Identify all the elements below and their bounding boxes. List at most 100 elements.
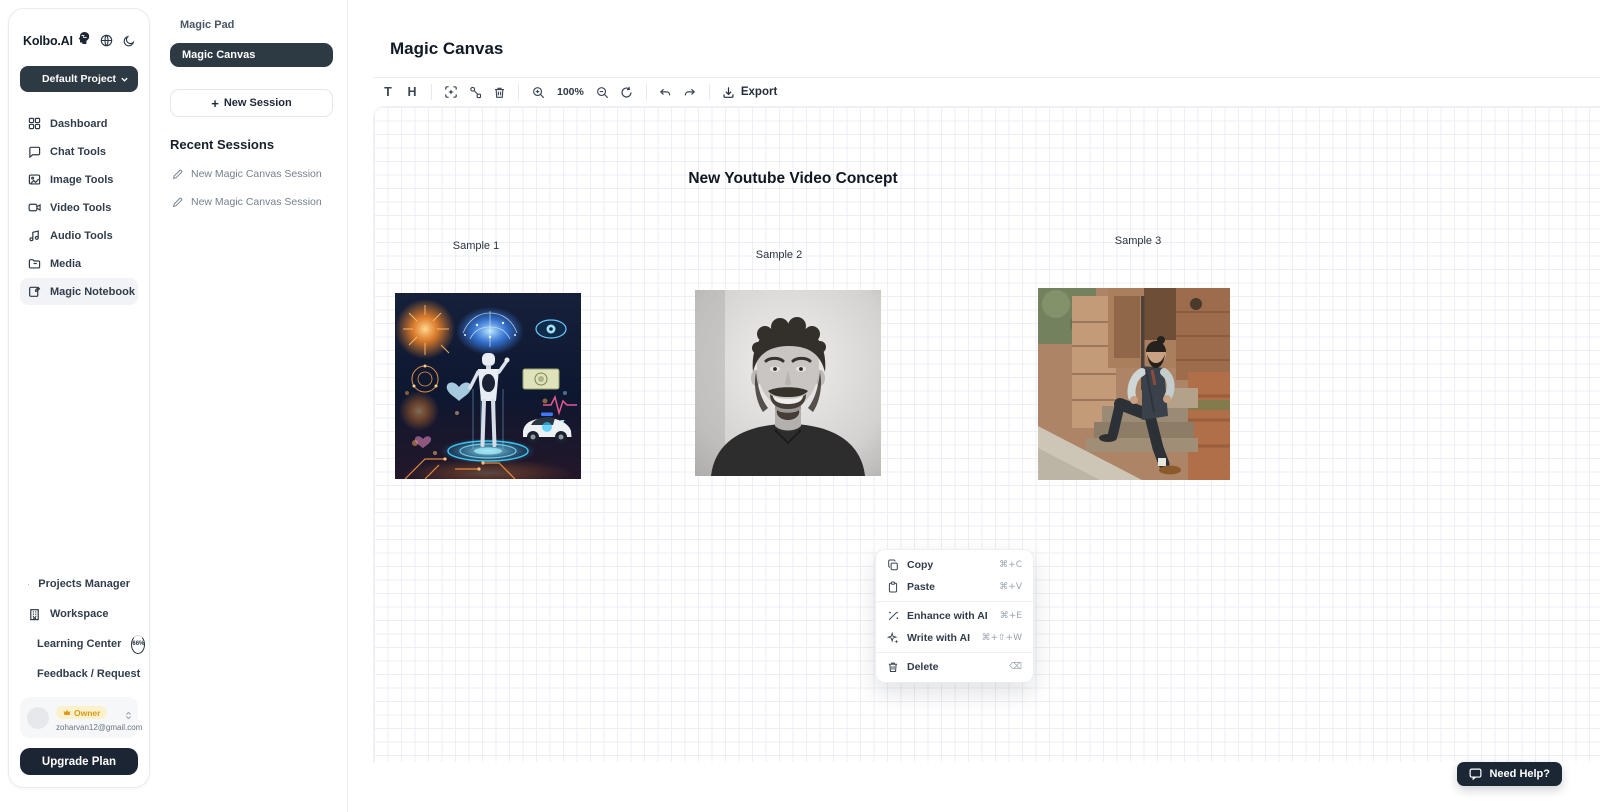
zoom-level[interactable]: 100% (557, 86, 584, 98)
new-session-label: New Session (224, 97, 292, 109)
menu-shortcut: ⌘+⇧+W (981, 633, 1022, 643)
brain-icon (77, 31, 91, 50)
toolbar-divider (518, 84, 519, 100)
sidebar-item-magic-notebook[interactable]: Magic Notebook (20, 278, 138, 305)
sidebar-item-feedback-request[interactable]: Feedback / Request (20, 659, 138, 689)
nav-label: Projects Manager (38, 578, 130, 590)
crown-icon (63, 709, 71, 716)
heading-tool-button[interactable]: H (400, 81, 424, 103)
logo-text: Kolbo.AI (23, 34, 73, 48)
dark-mode-moon-icon[interactable] (123, 35, 135, 47)
sidebar-item-workspace[interactable]: Workspace (20, 599, 138, 629)
zoom-in-button[interactable] (526, 81, 550, 103)
menu-divider (876, 652, 1033, 653)
undo-button[interactable] (654, 81, 678, 103)
undo-icon (659, 86, 672, 99)
download-icon (722, 86, 735, 99)
pen-icon (172, 197, 183, 208)
nav-label: Image Tools (50, 174, 113, 186)
media-folder-icon (28, 257, 41, 270)
trash-icon (493, 86, 506, 99)
menu-label: Enhance with AI (907, 610, 988, 622)
export-label: Export (741, 86, 777, 98)
sample-image-ai-robot[interactable]: ¥ (395, 293, 581, 479)
project-selector[interactable]: Default Project (20, 66, 138, 92)
canvas-heading-text[interactable]: New Youtube Video Concept (688, 170, 897, 188)
tab-magic-canvas[interactable]: Magic Canvas (170, 43, 333, 67)
sidebar-item-audio-tools[interactable]: Audio Tools (20, 222, 138, 249)
left-sidebar: Kolbo.AI Default Project Dashboard (8, 8, 150, 788)
user-account-card[interactable]: Owner zoharvan12@gmail.com (20, 697, 138, 738)
sample-1-label[interactable]: Sample 1 (453, 240, 499, 252)
chat-icon (28, 145, 41, 158)
sidebar-item-learning-center[interactable]: Learning Center 66% (20, 629, 138, 659)
toolbar-divider (646, 84, 647, 100)
video-icon (28, 201, 41, 214)
building-icon (28, 608, 41, 621)
sample-3-label[interactable]: Sample 3 (1115, 235, 1161, 247)
context-menu-copy[interactable]: Copy ⌘+C (876, 554, 1033, 576)
project-selector-label: Default Project (42, 73, 116, 85)
redo-icon (683, 86, 696, 99)
sidebar-item-dashboard[interactable]: Dashboard (20, 110, 138, 137)
ai-capture-tool-button[interactable] (439, 81, 463, 103)
logo[interactable]: Kolbo.AI (23, 31, 91, 50)
export-button[interactable]: Export (722, 86, 777, 99)
sample-image-portrait[interactable] (695, 290, 881, 476)
session-sidebar: Magic Pad Magic Canvas + New Session Rec… (156, 0, 348, 812)
redo-button[interactable] (678, 81, 702, 103)
context-menu-delete[interactable]: Delete ⌫ (876, 656, 1033, 678)
tab-magic-pad[interactable]: Magic Pad (170, 14, 333, 36)
connector-tool-button[interactable] (463, 81, 487, 103)
magic-wand-icon (887, 610, 899, 622)
sidebar-item-chat-tools[interactable]: Chat Tools (20, 138, 138, 165)
new-session-button[interactable]: + New Session (170, 89, 333, 117)
sample-image-man-ruins[interactable] (1038, 288, 1230, 480)
nav-label: Audio Tools (50, 230, 113, 242)
sidebar-item-media[interactable]: Media (20, 250, 138, 277)
role-badge: Owner (56, 706, 107, 719)
nav-label: Media (50, 258, 81, 270)
sidebar-header: Kolbo.AI (23, 31, 135, 50)
sample-2-label[interactable]: Sample 2 (756, 249, 802, 261)
zoom-out-button[interactable] (591, 81, 615, 103)
text-tool-button[interactable]: T (376, 81, 400, 103)
image-icon (28, 173, 41, 186)
nav-label: Magic Notebook (50, 286, 135, 298)
session-list-item[interactable]: New Magic Canvas Session (170, 188, 333, 216)
sidebar-item-video-tools[interactable]: Video Tools (20, 194, 138, 221)
menu-divider (876, 601, 1033, 602)
zoom-in-icon (532, 86, 545, 99)
context-menu: Copy ⌘+C Paste ⌘+V Enhance with AI ⌘+E W… (875, 549, 1034, 683)
canvas-grid[interactable]: New Youtube Video Concept Sample 1 Sampl… (373, 106, 1600, 762)
canvas-toolbar: T H 100% (373, 77, 1600, 106)
context-menu-enhance-with-ai[interactable]: Enhance with AI ⌘+E (876, 605, 1033, 627)
sidebar-item-image-tools[interactable]: Image Tools (20, 166, 138, 193)
avatar (27, 707, 49, 729)
chevron-down-icon (120, 75, 129, 84)
upgrade-plan-button[interactable]: Upgrade Plan (20, 748, 138, 775)
menu-label: Paste (907, 581, 935, 593)
nav-label: Chat Tools (50, 146, 106, 158)
need-help-button[interactable]: Need Help? (1457, 762, 1562, 786)
menu-label: Delete (907, 661, 939, 673)
menu-shortcut: ⌫ (1009, 662, 1022, 672)
paste-icon (887, 581, 899, 593)
session-list-item[interactable]: New Magic Canvas Session (170, 160, 333, 188)
rotate-icon (620, 86, 633, 99)
session-label: New Magic Canvas Session (191, 168, 322, 180)
context-menu-paste[interactable]: Paste ⌘+V (876, 576, 1033, 598)
flow-nodes-icon (469, 86, 482, 99)
delete-tool-button[interactable] (487, 81, 511, 103)
nav-label: Dashboard (50, 118, 107, 130)
nav-label: Workspace (50, 608, 109, 620)
sidebar-footer: Projects Manager Workspace Learning Cent… (20, 569, 138, 775)
language-globe-icon[interactable] (100, 34, 113, 47)
menu-shortcut: ⌘+E (1000, 611, 1022, 621)
role-label: Owner (74, 708, 100, 718)
copy-icon (887, 559, 899, 571)
briefcase-icon (28, 578, 29, 591)
context-menu-write-with-ai[interactable]: Write with AI ⌘+⇧+W (876, 627, 1033, 649)
sidebar-item-projects-manager[interactable]: Projects Manager (20, 569, 138, 599)
reset-view-button[interactable] (615, 81, 639, 103)
